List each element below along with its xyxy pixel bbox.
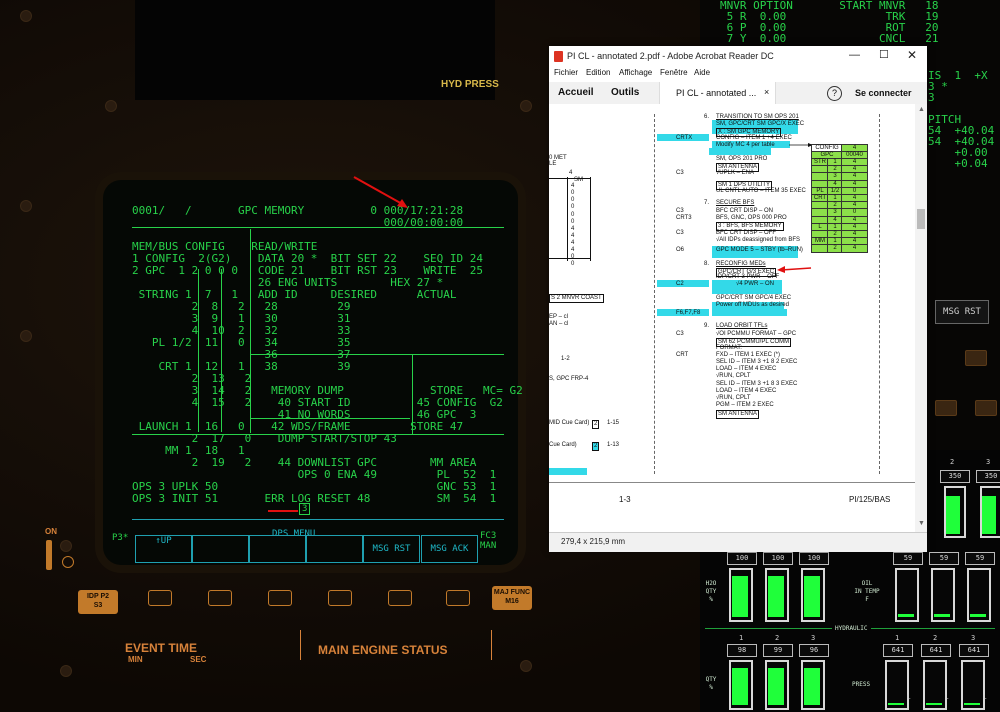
panel-screw — [520, 660, 532, 672]
tab-close-icon[interactable]: × — [764, 87, 769, 97]
event-time-sec: SEC — [190, 655, 207, 664]
crt-line: 7 Y 0.00 CNCL 21 — [720, 32, 939, 45]
edge-key-2[interactable] — [208, 590, 232, 606]
up-label: UP — [160, 536, 172, 546]
help-icon[interactable]: ? — [827, 86, 842, 101]
caution-light — [965, 350, 987, 366]
config-table-cell: 4 — [841, 244, 868, 254]
hyd-press-label: HYD PRESS — [441, 79, 499, 90]
tab-accueil[interactable]: Accueil — [558, 82, 594, 104]
edge-key-3[interactable] — [268, 590, 292, 606]
panel-screw — [20, 200, 32, 212]
crt-line: 3 — [928, 91, 935, 104]
msg-rst-button[interactable]: MSG RST — [935, 300, 989, 324]
arrow-icon — [777, 266, 785, 273]
softkey-row: ↑UP MSG RST MSG ACK — [132, 535, 502, 565]
dps-divider — [221, 269, 222, 432]
scroll-up-icon[interactable]: ▲ — [918, 106, 925, 113]
dps-divider — [250, 418, 410, 419]
softkey-2[interactable] — [192, 535, 249, 563]
softkey-4[interactable] — [306, 535, 363, 563]
dps-divider — [198, 269, 199, 432]
minimize-icon[interactable]: — — [849, 49, 860, 61]
acrobat-window: PI CL - annotated 2.pdf - Adobe Acrobat … — [549, 46, 927, 552]
event-time-min: MIN — [128, 655, 143, 664]
page-underline — [268, 510, 298, 512]
up-softkey[interactable]: ↑UP — [135, 535, 192, 563]
crt-line: +0.04 — [928, 157, 988, 170]
main-engine-status-label: MAIN ENGINE STATUS — [318, 643, 448, 657]
sign-in-link[interactable]: Se connecter — [855, 82, 912, 104]
edge-key-5[interactable] — [388, 590, 412, 606]
softkey-divider — [132, 519, 504, 520]
menu-fichier[interactable]: Fichier — [554, 68, 578, 77]
close-icon[interactable]: ✕ — [907, 48, 917, 62]
dps-divider — [250, 354, 504, 355]
edge-key-4[interactable] — [328, 590, 352, 606]
dps-divider — [412, 354, 413, 434]
vertical-scrollbar[interactable]: ▲ ▼ — [915, 104, 927, 532]
menu-aide[interactable]: Aide — [694, 68, 710, 77]
edge-key-6[interactable] — [446, 590, 470, 606]
pdf-page: 1-3 PI/125/BAS 0 MET LE 4 SM 4 0 0 0 0 0 4 4 4 4 0 0 S 2… — [549, 104, 915, 532]
arrow-icon — [780, 267, 812, 271]
panel-screw — [60, 540, 72, 552]
dps-divider — [250, 229, 251, 433]
caution-light — [935, 400, 957, 416]
scroll-down-icon[interactable]: ▼ — [918, 520, 925, 527]
msg-rst-softkey[interactable]: MSG RST — [363, 535, 420, 563]
annotation-arrow-icon — [353, 176, 408, 208]
panel-screw — [20, 330, 32, 342]
p3-label: P3* — [112, 533, 129, 543]
scroll-thumb[interactable] — [917, 209, 925, 229]
menu-bar: Fichier Edition Affichage Fenêtre Aide — [549, 68, 927, 82]
crt-line: OPS 3 INIT 51 ERR LOG RESET 48 SM 54 1 — [132, 492, 497, 505]
page-size: 279,4 x 215,9 mm — [561, 537, 626, 546]
event-time-label: EVENT TIME — [125, 641, 198, 655]
page-indicator: 3 — [299, 503, 311, 515]
title-bar: PI CL - annotated 2.pdf - Adobe Acrobat … — [549, 46, 927, 68]
document-viewport: 1-3 PI/125/BAS 0 MET LE 4 SM 4 0 0 0 0 0 4 4 4 4 0 0 S 2… — [549, 104, 915, 532]
caution-light — [975, 400, 997, 416]
msg-ack-softkey[interactable]: MSG ACK — [421, 535, 478, 563]
edge-key-1[interactable] — [148, 590, 172, 606]
tab-outils[interactable]: Outils — [611, 82, 639, 104]
on-label: ON — [45, 527, 57, 536]
window-title: PI CL - annotated 2.pdf - Adobe Acrobat … — [567, 51, 774, 61]
dps-divider — [132, 434, 504, 435]
panel-screw — [60, 665, 72, 677]
dps-divider — [132, 227, 504, 228]
knob-icon[interactable] — [62, 556, 74, 568]
toggle-switch[interactable] — [46, 540, 52, 570]
status-bar: 279,4 x 215,9 mm — [549, 532, 927, 552]
major-function-indicator: MAJ FUNC M16 — [492, 586, 532, 610]
panel-screw — [105, 100, 117, 112]
tab-document-label: PI CL - annotated ... — [676, 88, 757, 98]
tab-document[interactable]: PI CL - annotated ... × — [659, 82, 776, 104]
panel-screw — [520, 100, 532, 112]
panel-screw — [20, 10, 32, 22]
menu-edition[interactable]: Edition — [586, 68, 610, 77]
menu-fenetre[interactable]: Fenêtre — [660, 68, 688, 77]
pdf-icon — [554, 51, 563, 62]
idp-indicator: IDP P2 S3 — [78, 590, 118, 614]
softkey-3[interactable] — [249, 535, 306, 563]
tab-bar: Accueil Outils PI CL - annotated ... × ?… — [549, 82, 927, 105]
maximize-icon[interactable]: ☐ — [879, 48, 889, 61]
menu-affichage[interactable]: Affichage — [619, 68, 652, 77]
